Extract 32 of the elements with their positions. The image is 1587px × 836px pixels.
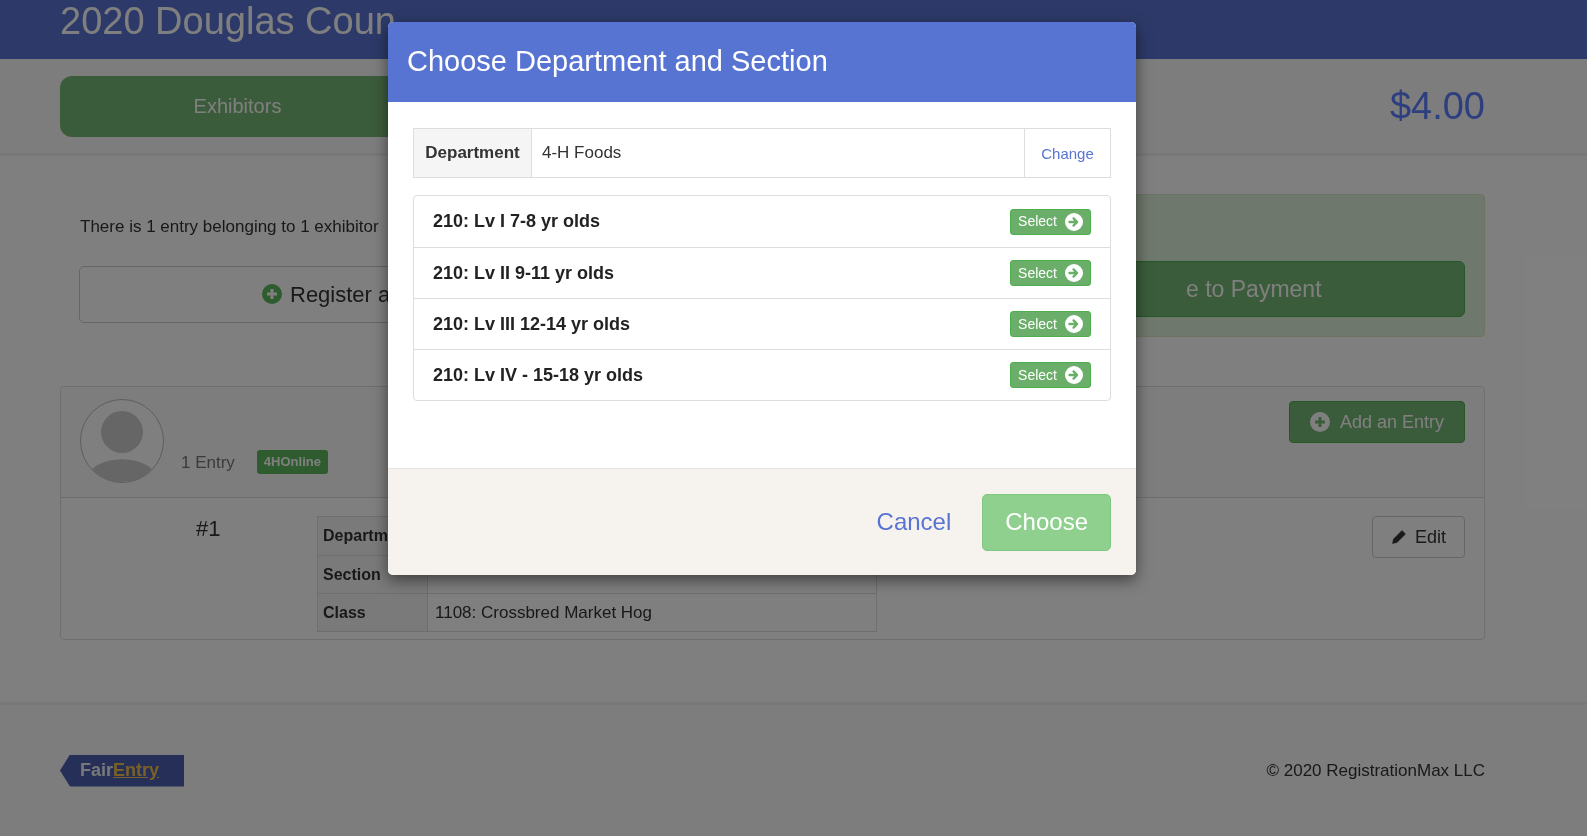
pencil-icon (1390, 529, 1407, 545)
detail-label: Class (318, 594, 428, 631)
copyright-text: © 2020 RegistrationMax LLC (1266, 759, 1485, 782)
avatar-icon (80, 399, 164, 483)
source-badge: 4HOnline (256, 450, 328, 474)
cancel-link[interactable]: Cancel (876, 504, 952, 540)
plus-icon (262, 284, 282, 304)
entry-number: #1 (195, 515, 222, 543)
detail-value: 1108: Crossbred Market Hog (434, 601, 653, 624)
arrow-right-icon (1065, 212, 1083, 231)
edit-button[interactable]: Edit (1371, 516, 1465, 558)
change-link[interactable]: Change (1041, 143, 1094, 166)
summary-text: There is 1 entry belonging to 1 exhibitor (80, 216, 379, 238)
arrow-right-icon (1065, 366, 1083, 384)
select-button[interactable]: Select (1010, 362, 1091, 388)
department-value: 4-H Foods (541, 142, 623, 165)
section-item[interactable]: 210: Lv III 12-14 yr olds Select (414, 298, 1110, 349)
select-button[interactable]: Select (1010, 208, 1091, 235)
section-item[interactable]: 210: Lv IV - 15-18 yr olds Select (414, 349, 1110, 400)
page-title: 2020 Douglas Coun (60, 0, 396, 40)
section-item[interactable]: 210: Lv II 9-11 yr olds Select (414, 247, 1110, 298)
select-button[interactable]: Select (1010, 311, 1091, 337)
plus-icon (1309, 412, 1330, 432)
section-item[interactable]: 210: Lv I 7-8 yr olds Select (414, 196, 1110, 247)
arrow-right-icon (1065, 315, 1083, 333)
arrow-right-icon (1065, 264, 1083, 282)
dialog-title: Choose Department and Section (407, 44, 828, 80)
logo: FairEntry (60, 754, 184, 787)
select-button[interactable]: Select (1010, 260, 1091, 286)
total-amount: $4.00 (1389, 83, 1485, 129)
department-label: Department (414, 129, 532, 177)
entry-count: 1 Entry (181, 452, 235, 474)
